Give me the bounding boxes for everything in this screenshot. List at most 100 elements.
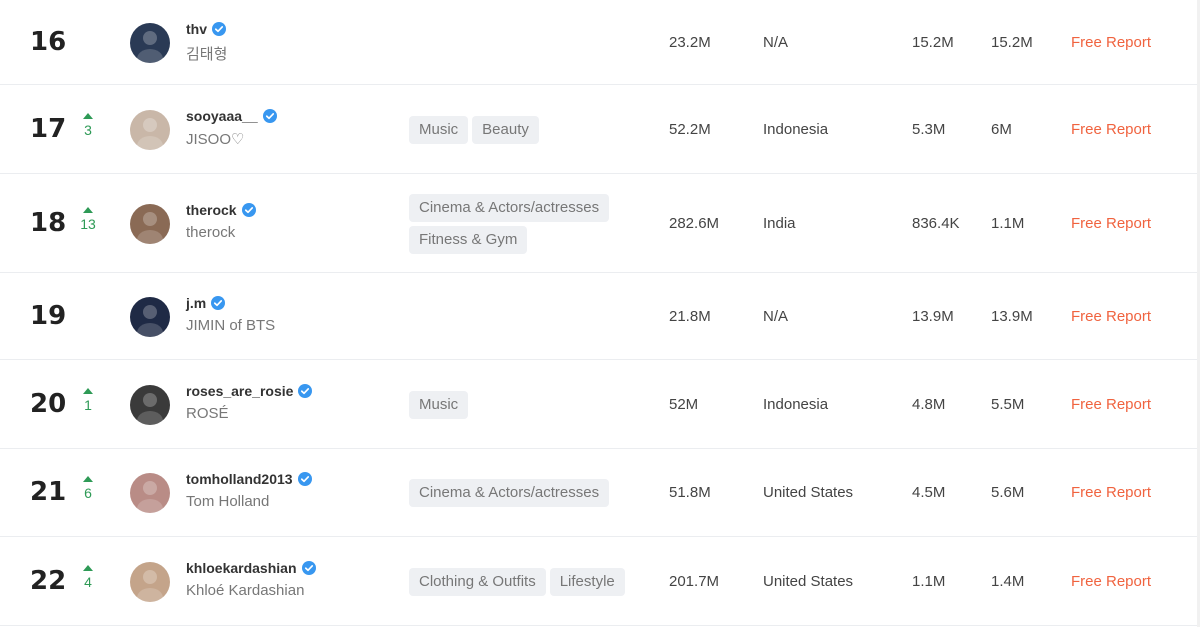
- avatar[interactable]: [130, 561, 170, 602]
- category-tag[interactable]: Cinema & Actors/actresses: [409, 193, 610, 222]
- audience-country: Indonesia: [763, 120, 829, 138]
- account-handle[interactable]: thv: [186, 21, 207, 37]
- avatar[interactable]: [130, 22, 170, 63]
- verified-icon: [212, 21, 226, 36]
- handle-line[interactable]: therock: [186, 202, 256, 218]
- account-handle[interactable]: roses_are_rosie: [186, 383, 293, 399]
- rank-number: 18: [30, 207, 67, 238]
- avg-likes: 836.4K: [912, 214, 960, 232]
- verified-icon: [262, 108, 277, 123]
- table-row: 17 3 sooyaaa__ JISOO♡ Music Beauty 52.2M Indone…: [0, 85, 1197, 174]
- verified-icon: [301, 560, 316, 575]
- audience-country: Indonesia: [763, 395, 829, 413]
- audience-country: United States: [763, 572, 854, 590]
- table-row: 18 13 therock therock Cinema & Actors/actres…: [0, 174, 1197, 273]
- account-handle[interactable]: j.m: [186, 295, 206, 311]
- category-tag[interactable]: Cinema & Actors/actresses: [409, 479, 610, 507]
- display-name: 김태형: [186, 45, 228, 63]
- rank-number: 22: [30, 565, 67, 596]
- account-handle[interactable]: tomholland2013: [186, 471, 293, 487]
- up-arrow-icon: [83, 112, 93, 119]
- category-tag[interactable]: Lifestyle: [549, 567, 625, 596]
- handle-line[interactable]: khloekardashian: [186, 560, 316, 576]
- category-tag[interactable]: Fitness & Gym: [409, 225, 528, 254]
- avatar[interactable]: [130, 296, 170, 337]
- free-report-link[interactable]: Free Report: [1071, 34, 1151, 51]
- rank-change-value: 1: [84, 396, 92, 413]
- handle-line[interactable]: roses_are_rosie: [186, 383, 313, 399]
- handle-line[interactable]: j.m: [186, 295, 226, 311]
- rank-change-value: 4: [84, 573, 92, 590]
- avg-likes: 4.5M: [912, 484, 946, 501]
- table-row: 19 j.m JIMIN of BTS 21.8M N/A 13.9M 13.9M Free …: [0, 273, 1197, 360]
- table-row: 22 4 khloekardashian Khloé Kardashian Clothi…: [0, 537, 1197, 626]
- up-arrow-icon: [83, 206, 93, 213]
- audience-country: N/A: [763, 33, 789, 51]
- avatar[interactable]: [130, 109, 170, 150]
- avg-likes: 13.9M: [912, 307, 954, 325]
- free-report-link[interactable]: Free Report: [1071, 121, 1151, 138]
- rank-change-value: 3: [84, 121, 92, 138]
- verified-icon: [211, 295, 226, 310]
- followers-count: 282.6M: [669, 214, 720, 232]
- rank-change-value: 13: [80, 215, 96, 232]
- category-tags: Clothing & Outfits Lifestyle: [409, 567, 659, 596]
- rank-change-value: 6: [84, 485, 92, 501]
- free-report-link[interactable]: Free Report: [1071, 573, 1151, 590]
- category-tags: Cinema & Actors/actresses: [409, 479, 659, 507]
- rank-change: 13: [78, 206, 98, 232]
- avg-engagement: 13.9M: [991, 307, 1033, 325]
- category-tag[interactable]: Music: [409, 115, 469, 144]
- audience-country: India: [763, 214, 796, 232]
- handle-line[interactable]: sooyaaa__: [186, 108, 277, 124]
- category-tag[interactable]: Beauty: [472, 115, 539, 144]
- avg-engagement: 6M: [991, 120, 1012, 138]
- rank-number: 19: [30, 300, 67, 331]
- rank-change: 4: [78, 564, 98, 590]
- up-arrow-icon: [83, 387, 93, 394]
- audience-country: United States: [763, 484, 854, 501]
- verified-icon: [241, 202, 256, 217]
- table-row: 20 1 roses_are_rosie ROSÉ Music 52M Indonesia 4…: [0, 360, 1197, 449]
- avg-engagement: 1.4M: [991, 572, 1025, 590]
- avg-engagement: 5.5M: [991, 395, 1025, 413]
- handle-line[interactable]: thv: [186, 21, 226, 37]
- table-row: 16 thv 김태형 23.2M N/A 15.2M 15.2M Free Report: [0, 0, 1197, 85]
- free-report-link[interactable]: Free Report: [1071, 308, 1151, 325]
- avg-likes: 15.2M: [912, 33, 954, 51]
- rank-number: 21: [30, 477, 67, 507]
- free-report-link[interactable]: Free Report: [1071, 215, 1151, 232]
- avg-engagement: 5.6M: [991, 484, 1025, 501]
- account-handle[interactable]: khloekardashian: [186, 560, 297, 576]
- rank-change: 6: [78, 476, 98, 501]
- account-handle[interactable]: sooyaaa__: [186, 108, 258, 124]
- table-row: 21 6 tomholland2013 Tom Holland Cinema & Act…: [0, 449, 1197, 537]
- followers-count: 23.2M: [669, 33, 711, 51]
- avg-likes: 4.8M: [912, 395, 946, 413]
- free-report-link[interactable]: Free Report: [1071, 396, 1151, 413]
- audience-country: N/A: [763, 307, 789, 325]
- rank-number: 20: [30, 388, 67, 419]
- avatar[interactable]: [130, 203, 170, 244]
- avatar[interactable]: [130, 473, 170, 513]
- free-report-link[interactable]: Free Report: [1071, 484, 1151, 501]
- account-handle[interactable]: therock: [186, 202, 237, 218]
- display-name: therock: [186, 223, 236, 241]
- followers-count: 51.8M: [669, 484, 711, 501]
- avatar[interactable]: [130, 384, 170, 425]
- followers-count: 201.7M: [669, 572, 720, 590]
- handle-line[interactable]: tomholland2013: [186, 471, 312, 487]
- category-tags: Music: [409, 390, 659, 419]
- display-name: Tom Holland: [186, 493, 270, 510]
- followers-count: 52.2M: [669, 120, 711, 138]
- category-tag[interactable]: Music: [409, 390, 469, 419]
- rank-change: 3: [78, 112, 98, 138]
- avg-engagement: 15.2M: [991, 33, 1033, 51]
- category-tags: Cinema & Actors/actresses Fitness & Gym: [409, 193, 659, 254]
- avg-engagement: 1.1M: [991, 214, 1025, 232]
- up-arrow-icon: [83, 564, 93, 571]
- category-tag[interactable]: Clothing & Outfits: [409, 567, 546, 596]
- display-name: ROSÉ: [186, 404, 229, 422]
- up-arrow-icon: [83, 476, 93, 482]
- rank-number: 17: [30, 113, 67, 144]
